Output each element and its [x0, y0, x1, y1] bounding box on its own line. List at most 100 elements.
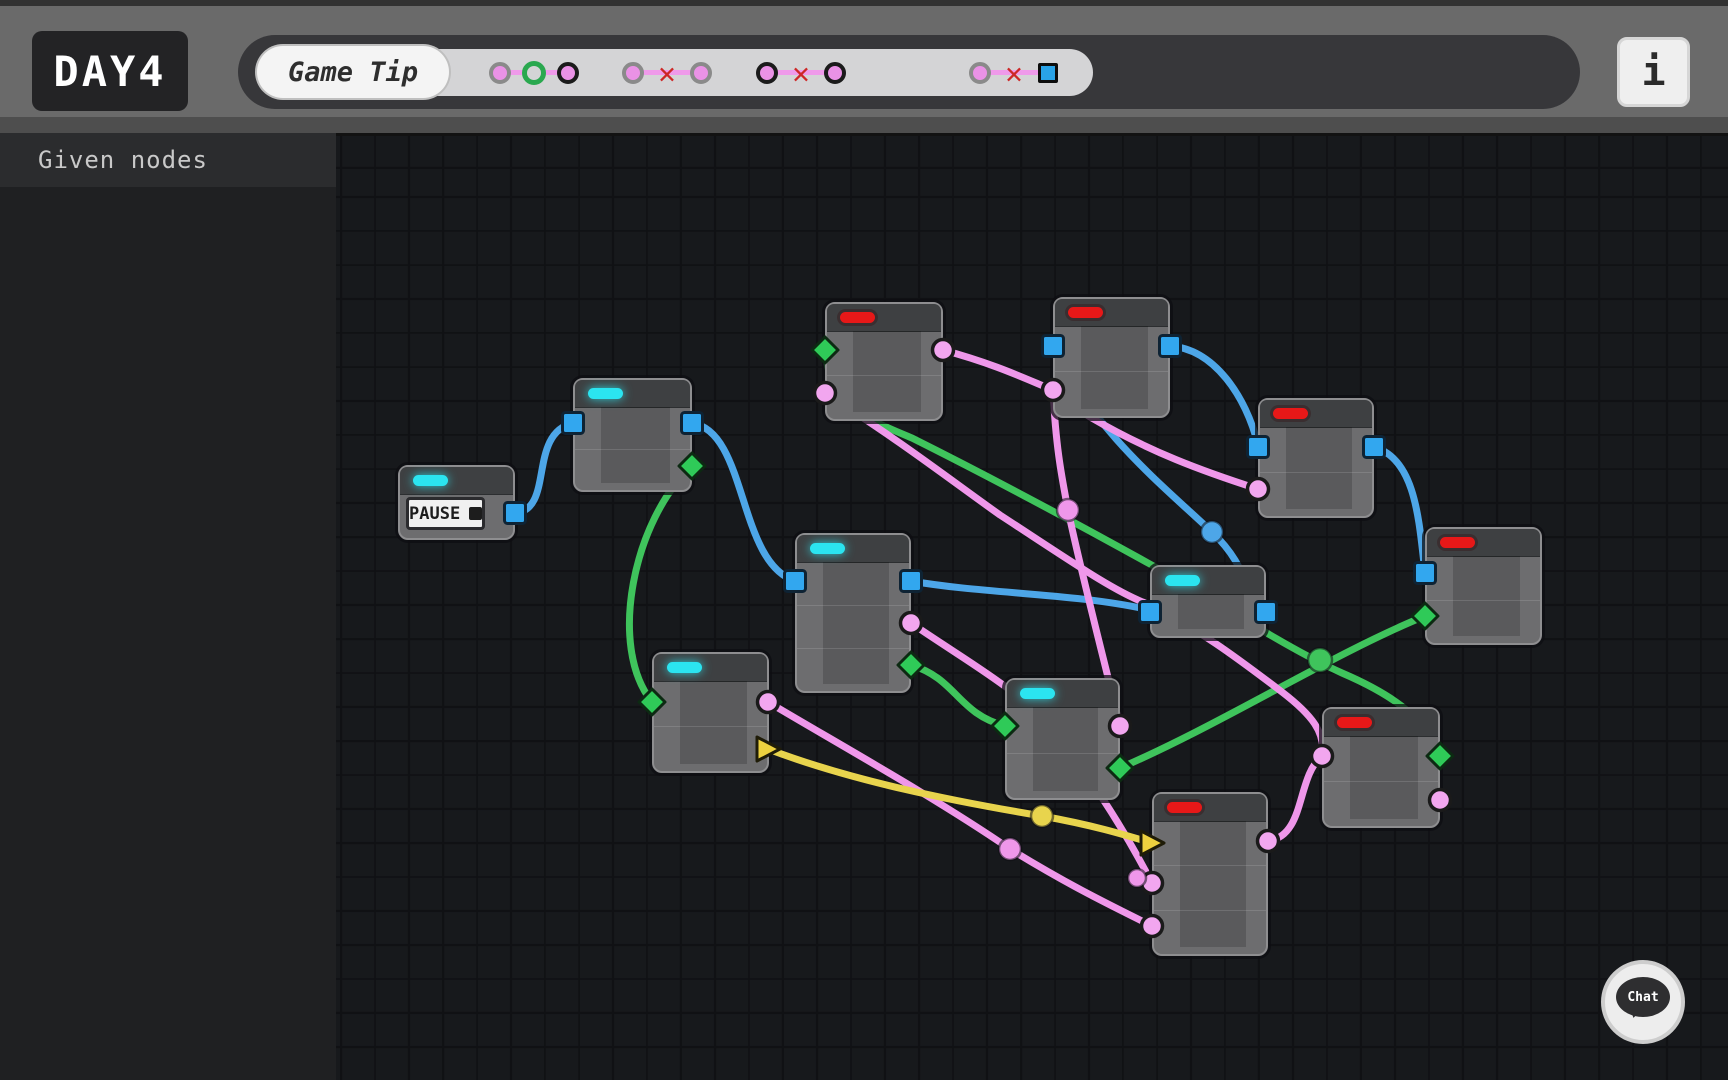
node-d-header [1427, 529, 1540, 557]
top-bar: DAY4 Game Tip ✕✕✕ i [0, 0, 1728, 133]
tip-forbidden-x-icon: ✕ [789, 61, 813, 85]
node-e[interactable] [1150, 565, 1266, 638]
node-s-row-divider [575, 449, 690, 450]
node-c-row-divider [1260, 472, 1372, 473]
node-d[interactable] [1425, 527, 1542, 645]
node-b-header [1055, 299, 1168, 327]
node-h[interactable] [1005, 678, 1120, 800]
node-a-panel [853, 331, 921, 412]
tip-circle-port-gray-icon [489, 62, 511, 84]
tip-circle-port-gray-icon [621, 61, 645, 85]
node-pause-body: PAUSE [400, 494, 513, 538]
tip-rule-circle-to-square-forbidden: ✕ [968, 59, 1060, 87]
node-s-cyan-pill [588, 388, 623, 399]
node-e-panel [1178, 594, 1244, 629]
pause-button[interactable]: PAUSE [406, 497, 485, 530]
tip-circle-port-gray-icon [969, 62, 991, 84]
tip-circle-port-gray-icon [488, 61, 512, 85]
node-c-header [1260, 400, 1372, 428]
node-i[interactable] [1152, 792, 1268, 956]
node-f-header [797, 535, 909, 563]
node-c-red-pill [1273, 408, 1308, 419]
node-d-row-divider [1427, 600, 1540, 601]
node-h-cyan-pill [1020, 688, 1055, 699]
node-a[interactable] [825, 302, 943, 421]
chat-label: Chat [1627, 990, 1658, 1005]
node-h-header [1007, 680, 1118, 708]
node-i-body [1154, 821, 1266, 954]
tip-circle-port-gray-icon [690, 62, 712, 84]
tip-circle-port-dark-icon [824, 62, 846, 84]
tip-rule-circle-to-circle-forbidden: ✕ [621, 59, 713, 87]
node-pause-cyan-pill [413, 475, 448, 486]
pause-stop-icon [469, 507, 482, 520]
node-j[interactable] [1322, 707, 1440, 828]
day-label: DAY4 [32, 31, 188, 111]
node-h-row-divider [1007, 753, 1118, 754]
tip-rule-circle-to-ring-allowed [488, 59, 580, 87]
node-a-red-pill [840, 312, 875, 323]
tip-circle-port-dark-icon [823, 61, 847, 85]
node-s-panel [601, 407, 670, 483]
node-i-red-pill [1167, 802, 1202, 813]
info-button[interactable]: i [1617, 37, 1690, 107]
node-h-panel [1033, 707, 1098, 791]
tip-ring-port-icon [522, 61, 546, 85]
node-i-row-divider [1154, 865, 1266, 866]
node-s-body [575, 407, 690, 490]
node-d-red-pill [1440, 537, 1475, 548]
tip-circle-port-gray-icon [622, 62, 644, 84]
node-g-panel [680, 681, 747, 764]
node-j-row-divider [1324, 781, 1438, 782]
node-a-header [827, 304, 941, 332]
node-i-header [1154, 794, 1266, 822]
node-j-header [1324, 709, 1438, 737]
given-nodes-panel: Given nodes [0, 133, 336, 1080]
node-f[interactable] [795, 533, 911, 693]
node-g[interactable] [652, 652, 769, 773]
node-b-row-divider [1055, 371, 1168, 372]
node-a-body [827, 331, 941, 419]
game-stage: PAUSE DAY4 Game Tip ✕✕✕ i Given nodes Ch… [0, 0, 1728, 1080]
node-pause[interactable]: PAUSE [398, 465, 515, 540]
node-f-panel [823, 562, 889, 684]
node-c[interactable] [1258, 398, 1374, 518]
chat-button[interactable]: Chat [1601, 960, 1685, 1044]
game-tip-capsule: Game Tip ✕✕✕ [257, 49, 1093, 96]
node-f-row-divider [797, 605, 909, 606]
node-g-body [654, 681, 767, 771]
node-g-header [654, 654, 767, 682]
tip-ring-port-icon [522, 61, 546, 85]
tip-circle-port-dark-icon [756, 62, 778, 84]
tip-circle-port-gray-icon [689, 61, 713, 85]
tip-forbidden-x-icon: ✕ [655, 61, 679, 85]
node-f-cyan-pill [810, 543, 845, 554]
node-b-red-pill [1068, 307, 1103, 318]
node-s[interactable] [573, 378, 692, 492]
tip-square-port-icon [1036, 61, 1060, 85]
node-f-row-divider [797, 648, 909, 649]
node-a-row-divider [827, 375, 941, 376]
node-s-header [575, 380, 690, 408]
game-tip-bar: Game Tip ✕✕✕ [238, 35, 1580, 109]
node-j-red-pill [1337, 717, 1372, 728]
pause-label: PAUSE [409, 504, 460, 524]
node-e-body [1152, 594, 1264, 636]
node-b[interactable] [1053, 297, 1170, 418]
node-g-row-divider [654, 726, 767, 727]
node-c-panel [1286, 427, 1352, 509]
tip-circle-port-dark-icon [557, 62, 579, 84]
given-nodes-title: Given nodes [0, 133, 336, 187]
node-pause-header [400, 467, 513, 495]
node-f-body [797, 562, 909, 691]
node-g-cyan-pill [667, 662, 702, 673]
node-j-body [1324, 736, 1438, 826]
node-b-body [1055, 326, 1168, 416]
node-i-panel [1180, 821, 1246, 947]
tip-circle-port-gray-icon [968, 61, 992, 85]
tip-circle-port-dark-icon [556, 61, 580, 85]
tip-rule-darkcircle-to-darkcircle-forbidden: ✕ [755, 59, 847, 87]
tip-circle-port-dark-icon [755, 61, 779, 85]
tip-forbidden-x-icon: ✕ [1002, 61, 1026, 85]
node-b-panel [1081, 326, 1148, 409]
